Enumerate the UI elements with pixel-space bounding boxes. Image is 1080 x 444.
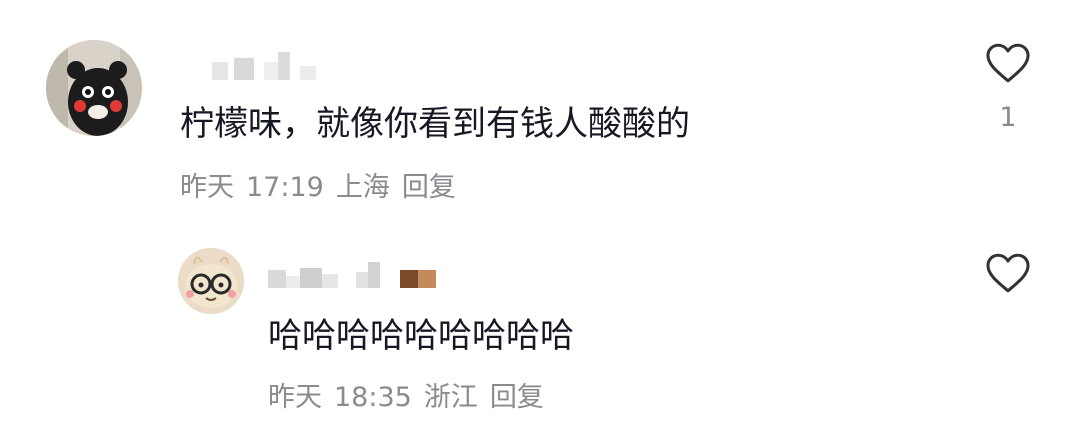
comment-meta: 昨天 17:19 上海 回复: [180, 172, 456, 204]
username-redacted[interactable]: [268, 248, 436, 288]
comment-date: 昨天: [180, 172, 234, 203]
comment-text: 哈哈哈哈哈哈哈哈哈: [268, 316, 574, 356]
reply-comment-item: 哈哈哈哈哈哈哈哈哈 昨天 18:35 浙江 回复: [0, 230, 1080, 444]
comment-meta: 昨天 18:35 浙江 回复: [268, 382, 544, 414]
comment-date: 昨天: [268, 382, 322, 413]
avatar[interactable]: [178, 248, 244, 314]
heart-outline-icon[interactable]: [985, 252, 1031, 294]
like-button[interactable]: 1: [978, 42, 1038, 134]
comment-text: 柠檬味，就像你看到有钱人酸酸的: [180, 104, 690, 144]
reply-button[interactable]: 回复: [402, 172, 456, 204]
comment-location: 浙江: [423, 382, 478, 413]
comment-item: 柠檬味，就像你看到有钱人酸酸的 昨天 17:19 上海 回复 1: [0, 0, 1080, 230]
glasses-character-avatar-icon: [178, 248, 244, 314]
comment-time: 18:35: [334, 382, 412, 413]
heart-outline-icon[interactable]: [985, 42, 1031, 84]
reply-button[interactable]: 回复: [490, 382, 544, 414]
bear-mascot-avatar-icon: [46, 40, 142, 136]
like-count: 1: [999, 102, 1017, 133]
like-button[interactable]: [978, 252, 1038, 312]
comment-time: 17:19: [246, 172, 324, 203]
username-redacted[interactable]: [212, 40, 316, 80]
comment-location: 上海: [335, 172, 390, 203]
avatar[interactable]: [46, 40, 142, 136]
